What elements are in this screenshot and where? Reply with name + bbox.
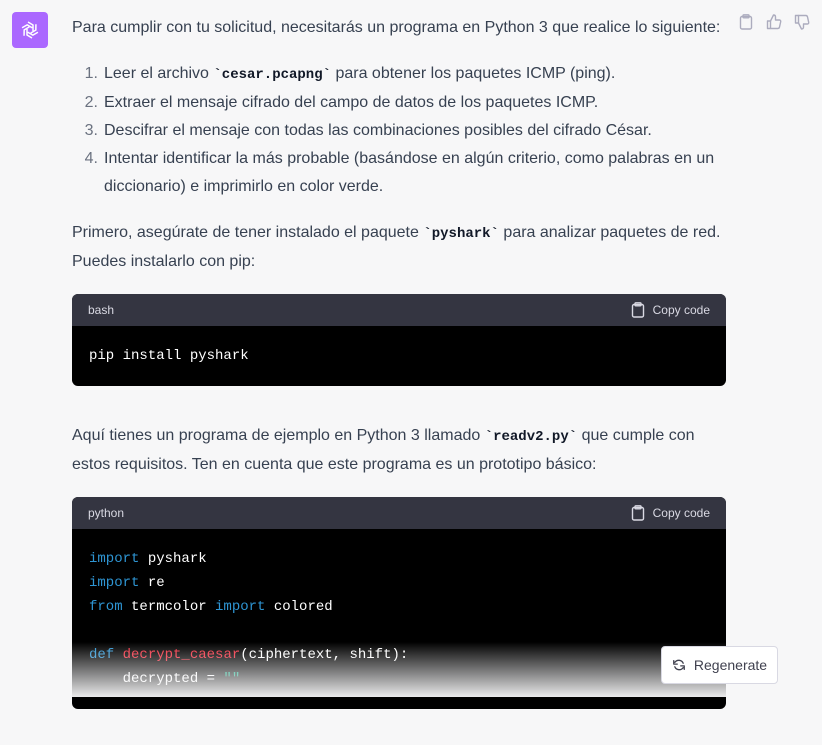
python-code-block: python Copy code import pyshark import r… bbox=[72, 497, 726, 709]
install-paragraph: Primero, asegúrate de tener instalado el… bbox=[72, 224, 721, 270]
code-line: pip install pyshark bbox=[89, 348, 249, 364]
regenerate-label: Regenerate bbox=[693, 657, 768, 673]
copy-code-label: Copy code bbox=[652, 303, 710, 317]
copy-code-button[interactable]: Copy code bbox=[631, 499, 710, 527]
list-item-text: Leer el archivo `cesar.pcapng` para obte… bbox=[104, 65, 616, 83]
thumbs-down-icon bbox=[794, 14, 810, 30]
code-language: bash bbox=[88, 303, 115, 317]
code-line: from termcolor import colored bbox=[89, 599, 333, 615]
list-item-text: Intentar identificar la más probable (ba… bbox=[104, 150, 715, 195]
list-item: 4. Intentar identificar la más probable … bbox=[78, 145, 726, 201]
message-actions bbox=[738, 14, 810, 30]
code-line: import pyshark bbox=[89, 551, 207, 567]
dislike-button[interactable] bbox=[794, 14, 810, 30]
program-paragraph: Aquí tienes un programa de ejemplo en Py… bbox=[72, 427, 695, 473]
assistant-message: Para cumplir con tu solicitud, necesitar… bbox=[72, 14, 726, 745]
list-number: 1. bbox=[84, 65, 98, 82]
list-item: 3. Descifrar el mensaje con todas las co… bbox=[78, 117, 726, 145]
bash-code-block: bash Copy code pip install pyshark bbox=[72, 294, 726, 386]
code-line: decrypted = "" bbox=[89, 671, 241, 687]
inline-code: `pyshark` bbox=[423, 226, 499, 242]
code-body: import pyshark import re from termcolor … bbox=[72, 529, 726, 709]
code-line: def decrypt_caesar(ciphertext, shift): bbox=[89, 647, 409, 663]
code-header: python Copy code bbox=[72, 497, 726, 529]
thumbs-up-icon bbox=[766, 14, 782, 30]
code-line: import re bbox=[89, 575, 165, 591]
list-number: 4. bbox=[84, 150, 98, 167]
inline-code: `readv2.py` bbox=[484, 429, 578, 445]
list-number: 2. bbox=[84, 94, 98, 111]
list-item: 2. Extraer el mensaje cifrado del campo … bbox=[78, 89, 726, 117]
code-header: bash Copy code bbox=[72, 294, 726, 326]
clipboard-icon bbox=[631, 302, 644, 318]
clipboard-icon bbox=[631, 505, 644, 521]
refresh-icon bbox=[673, 659, 685, 671]
clipboard-icon bbox=[739, 14, 753, 30]
list-number: 3. bbox=[84, 122, 98, 139]
code-body: pip install pyshark bbox=[72, 326, 726, 386]
openai-logo-icon bbox=[21, 21, 39, 39]
code-language: python bbox=[88, 506, 125, 520]
assistant-avatar bbox=[12, 12, 48, 48]
list-item-text: Descifrar el mensaje con todas las combi… bbox=[104, 122, 652, 139]
copy-code-button[interactable]: Copy code bbox=[631, 296, 710, 324]
like-button[interactable] bbox=[766, 14, 782, 30]
regenerate-button[interactable]: Regenerate bbox=[661, 646, 778, 684]
steps-list: 1. Leer el archivo `cesar.pcapng` para o… bbox=[72, 60, 726, 201]
list-item-text: Extraer el mensaje cifrado del campo de … bbox=[104, 94, 599, 111]
copy-code-label: Copy code bbox=[652, 506, 710, 520]
intro-text: Para cumplir con tu solicitud, necesitar… bbox=[72, 19, 721, 36]
inline-code: `cesar.pcapng` bbox=[213, 67, 332, 83]
list-item: 1. Leer el archivo `cesar.pcapng` para o… bbox=[78, 60, 726, 89]
copy-message-button[interactable] bbox=[738, 14, 754, 30]
